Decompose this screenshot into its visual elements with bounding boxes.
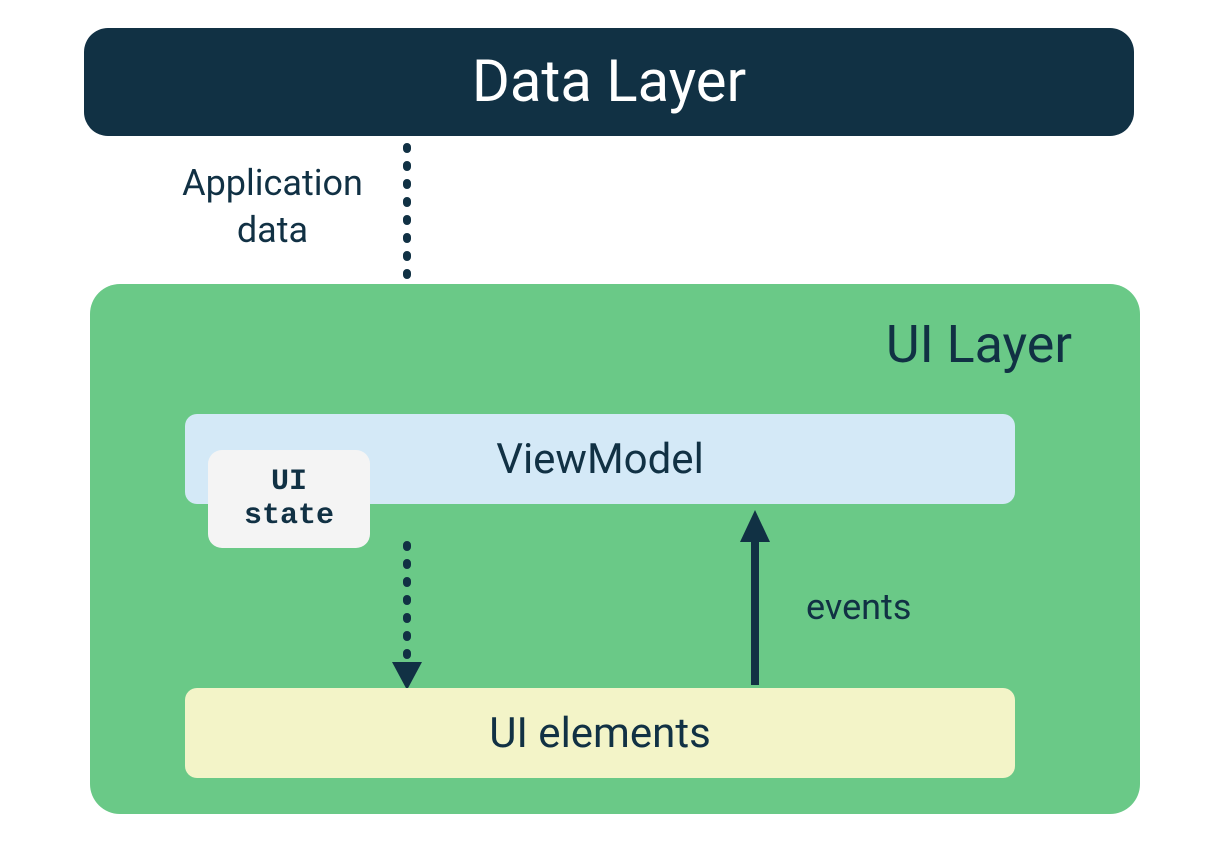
ui-state-label-line1: UI [271,465,307,500]
data-layer-box: Data Layer [84,28,1134,136]
ui-state-badge: UI state [208,450,370,548]
ui-elements-box: UI elements [185,688,1015,778]
arrow-events-up [740,510,770,690]
application-data-label: Application data [160,160,385,254]
ui-elements-label: UI elements [489,709,711,758]
events-label: events [806,586,911,628]
arrow-viewmodel-to-elements [392,540,422,690]
ui-layer-label: UI Layer [886,314,1072,375]
viewmodel-label: ViewModel [496,435,704,484]
architecture-diagram: Data Layer Application data UI Layer Vie… [0,0,1218,852]
data-layer-label: Data Layer [472,48,746,116]
ui-state-label-line2: state [244,499,334,534]
